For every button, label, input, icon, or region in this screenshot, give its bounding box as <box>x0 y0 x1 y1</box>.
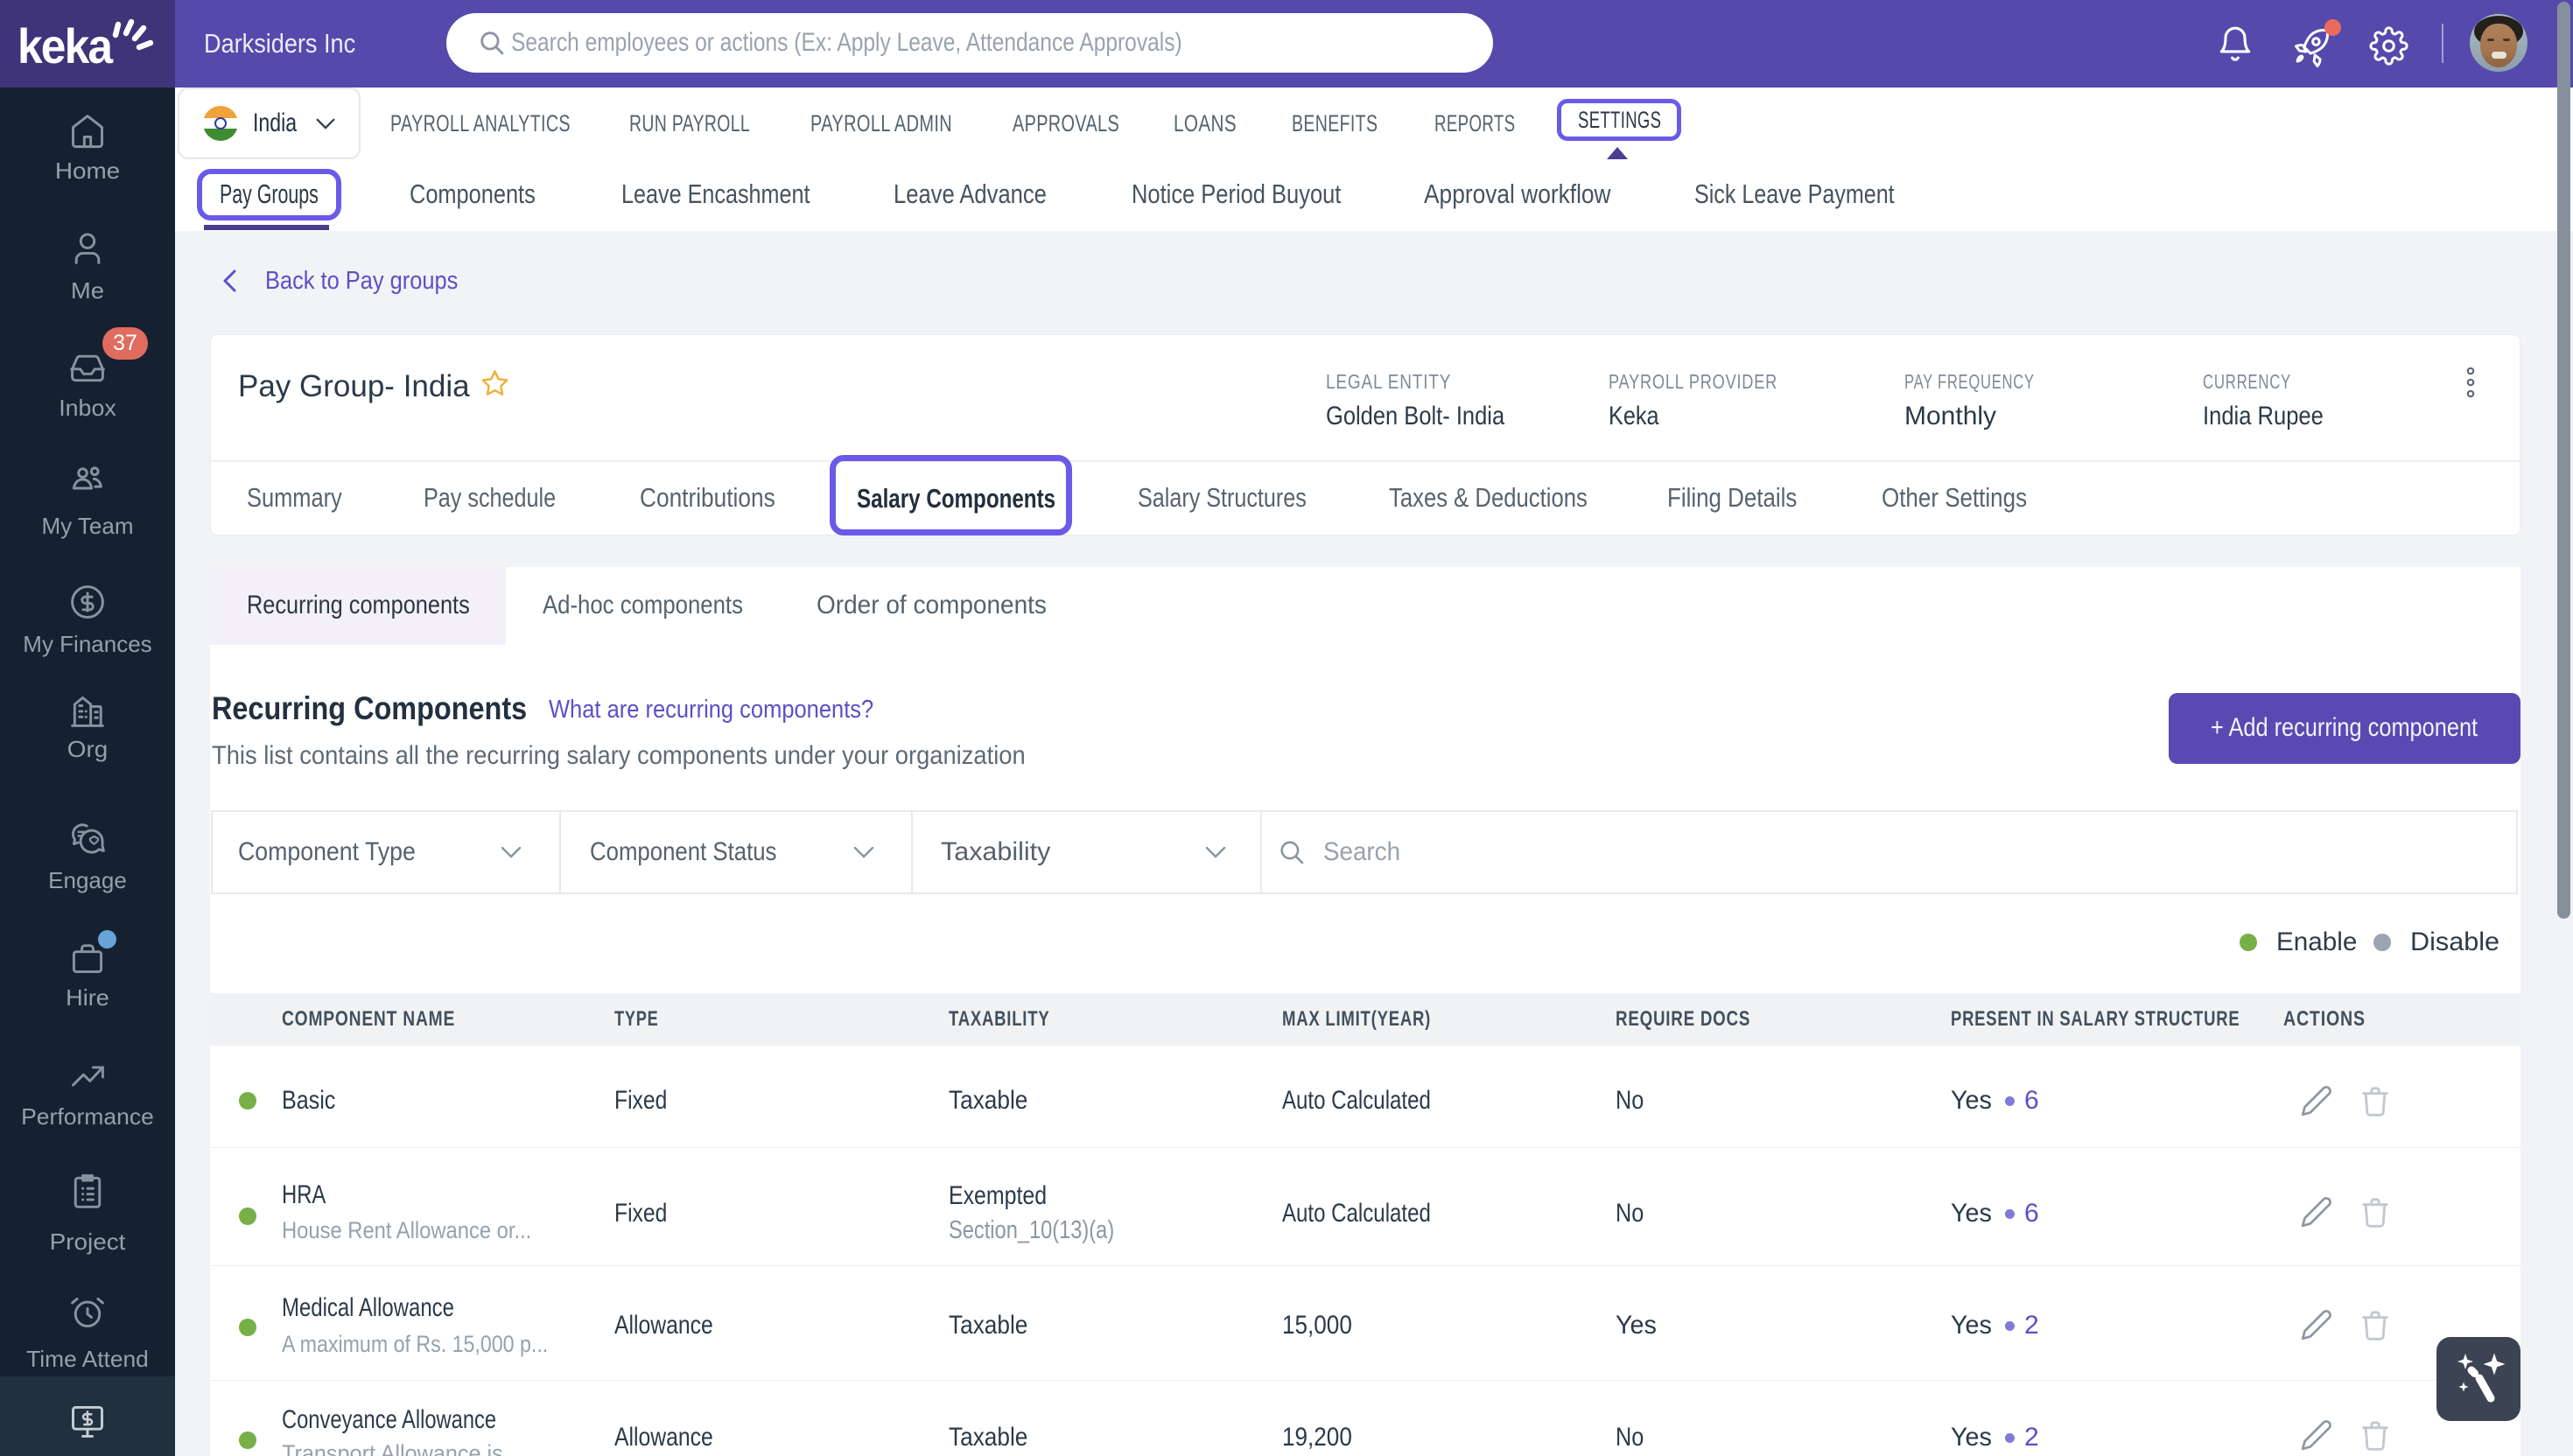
svg-text:keka: keka <box>18 19 114 74</box>
